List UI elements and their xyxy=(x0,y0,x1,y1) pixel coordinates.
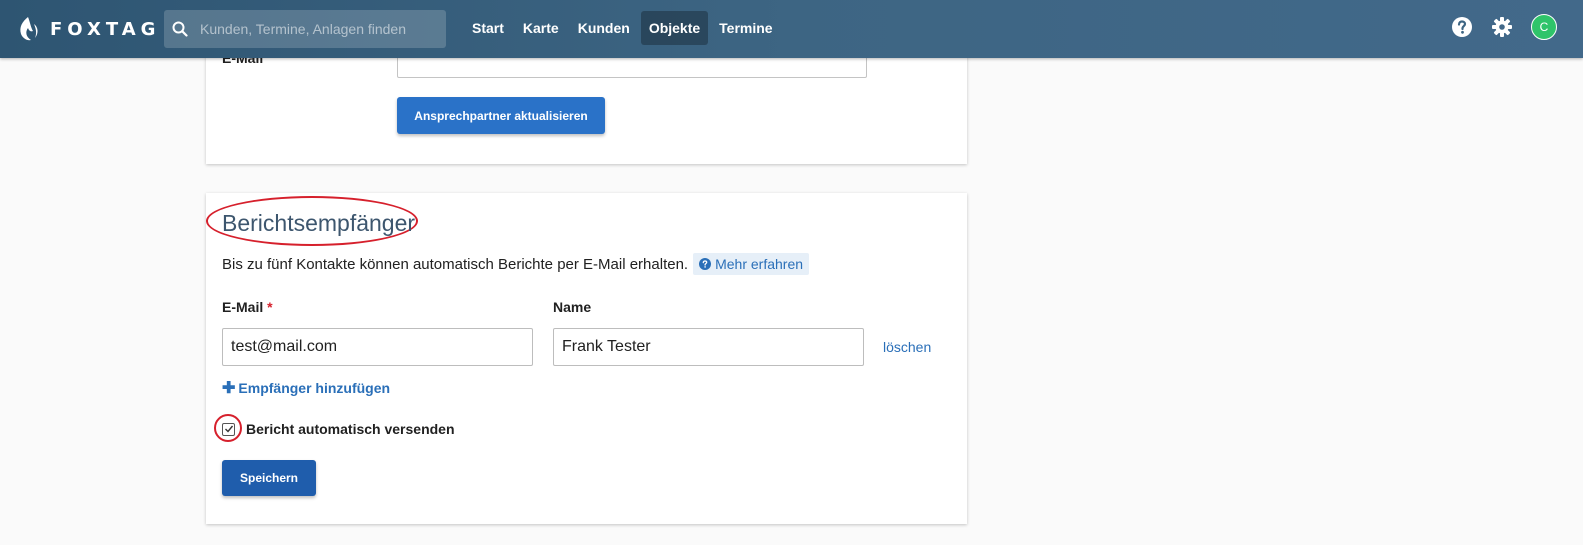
auto-send-label[interactable]: Bericht automatisch versenden xyxy=(246,421,455,437)
contact-person-card: E-Mail Ansprechpartner aktualisieren xyxy=(206,40,967,164)
search-input[interactable] xyxy=(198,20,442,38)
update-contact-button[interactable]: Ansprechpartner aktualisieren xyxy=(397,97,605,134)
search-icon xyxy=(172,21,188,37)
nav-start[interactable]: Start xyxy=(464,11,512,45)
logo-text: FOXTAG xyxy=(50,18,161,40)
nav-karte[interactable]: Karte xyxy=(515,11,567,45)
recipient-email-label: E-Mail * xyxy=(222,299,273,315)
report-recipients-card: Berichtsempfänger Bis zu fünf Kontakte k… xyxy=(206,193,967,524)
nav-termine[interactable]: Termine xyxy=(711,11,780,45)
foxtag-logo[interactable]: FOXTAG xyxy=(18,16,160,42)
top-navigation-bar: FOXTAG Start Karte Kunden Objekte Termin… xyxy=(0,0,1583,58)
required-marker: * xyxy=(267,299,273,315)
recipient-name-label: Name xyxy=(553,299,592,315)
section-description: Bis zu fünf Kontakte können automatisch … xyxy=(222,253,810,275)
nav-kunden[interactable]: Kunden xyxy=(570,11,638,45)
recipient-name-input[interactable] xyxy=(553,328,864,366)
gear-icon[interactable] xyxy=(1491,16,1513,38)
delete-recipient-link[interactable]: löschen xyxy=(883,339,931,355)
recipient-email-input[interactable] xyxy=(222,328,533,366)
question-circle-icon xyxy=(699,258,712,270)
email-label-text: E-Mail xyxy=(222,299,264,315)
main-nav: Start Karte Kunden Objekte Termine xyxy=(464,11,784,45)
section-title: Berichtsempfänger xyxy=(222,210,416,236)
save-button[interactable]: Speichern xyxy=(222,460,316,496)
auto-send-option: Bericht automatisch versenden xyxy=(214,414,455,442)
search-box[interactable] xyxy=(164,10,446,48)
avatar-initial: C xyxy=(1531,14,1557,40)
nav-objekte[interactable]: Objekte xyxy=(640,11,709,45)
add-recipient-link[interactable]: ✚ Empfänger hinzufügen xyxy=(222,378,390,398)
help-icon[interactable] xyxy=(1451,16,1473,38)
learn-more-label: Mehr erfahren xyxy=(715,256,804,272)
checkbox-annotation-circle xyxy=(214,414,242,442)
user-avatar[interactable]: C xyxy=(1531,14,1557,40)
plus-icon: ✚ xyxy=(222,380,236,397)
header-actions: C xyxy=(1433,14,1557,40)
add-recipient-label: Empfänger hinzufügen xyxy=(238,380,391,396)
learn-more-link[interactable]: Mehr erfahren xyxy=(693,253,810,275)
description-text: Bis zu fünf Kontakte können automatisch … xyxy=(222,255,689,273)
fox-flame-icon xyxy=(20,17,38,41)
